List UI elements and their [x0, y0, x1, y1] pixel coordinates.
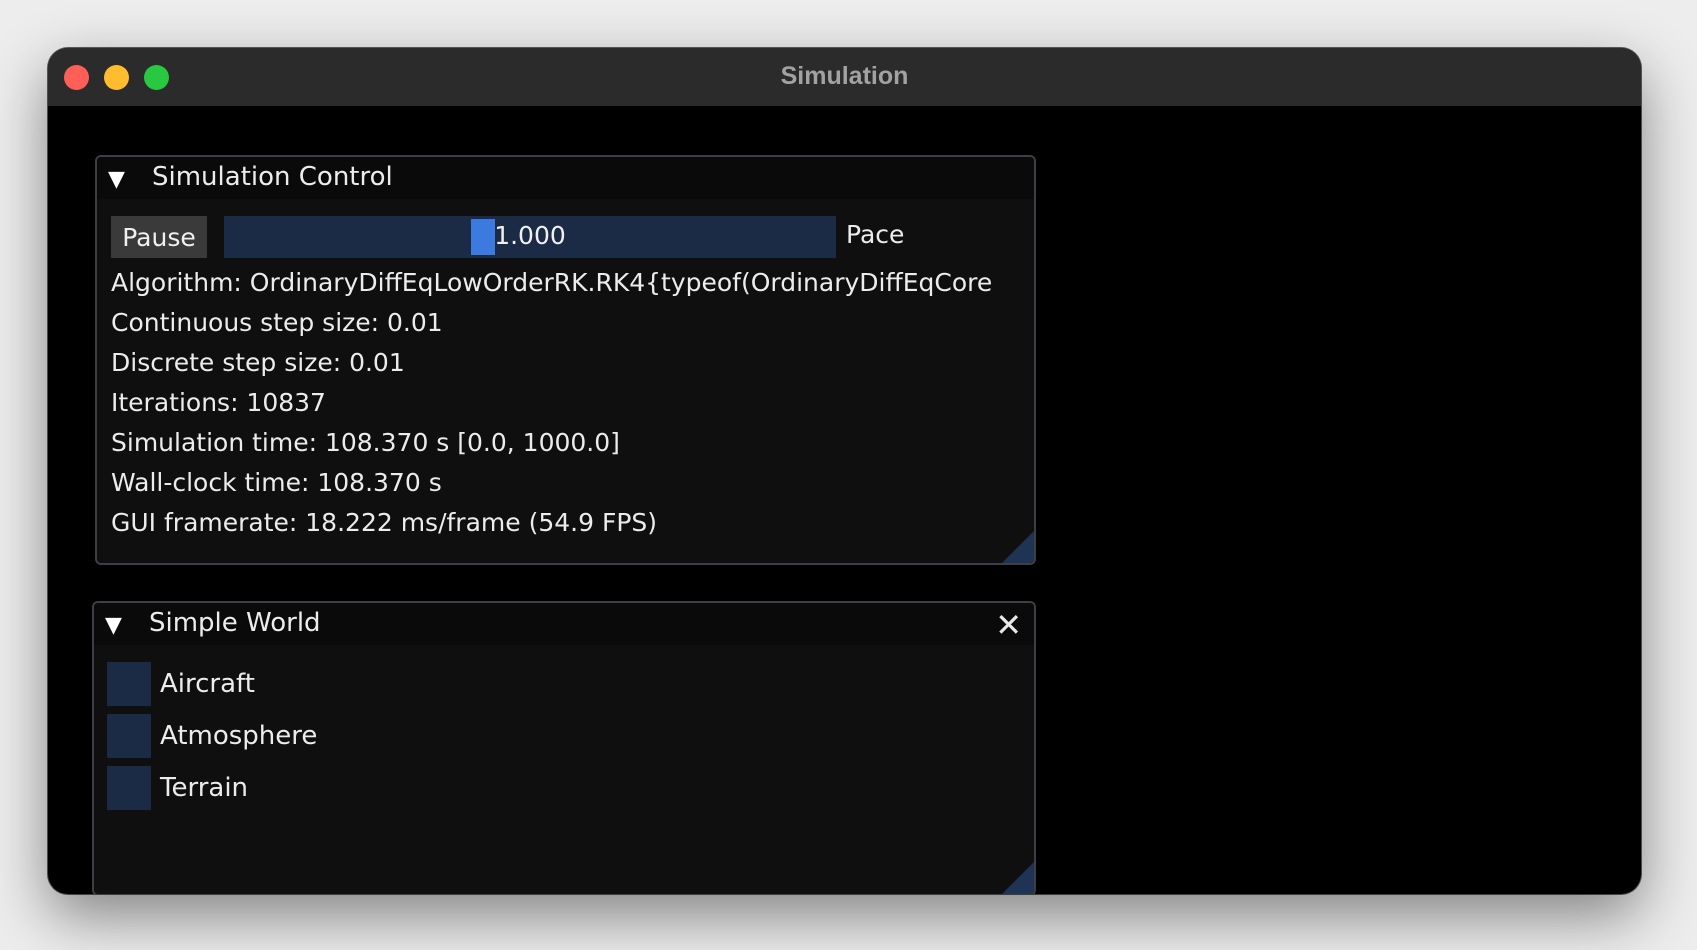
collapse-arrow-icon[interactable]: ▼ — [108, 167, 125, 192]
checkbox-label: Terrain — [160, 773, 249, 803]
continuous-step-text: Continuous step size: 0.01 — [111, 308, 443, 337]
resize-grip-icon[interactable] — [1002, 862, 1034, 894]
pace-value: 1.000 — [494, 221, 566, 250]
discrete-step-text: Discrete step size: 0.01 — [111, 348, 405, 377]
pace-slider[interactable]: 1.000 — [224, 216, 836, 258]
window-title: Simulation — [780, 62, 909, 90]
iterations-text: Iterations: 10837 — [111, 388, 326, 417]
simulation-control-title: Simulation Control — [152, 162, 393, 192]
simulation-time-text: Simulation time: 108.370 s [0.0, 1000.0] — [111, 428, 620, 457]
framerate-text: GUI framerate: 18.222 ms/frame (54.9 FPS… — [111, 508, 658, 537]
simple-world-title: Simple World — [149, 608, 321, 638]
algorithm-text: Algorithm: OrdinaryDiffEqLowOrderRK.RK4{… — [111, 268, 993, 297]
wall-clock-text: Wall-clock time: 108.370 s — [111, 468, 442, 497]
checkbox-box[interactable] — [107, 714, 151, 758]
pace-label: Pace — [846, 220, 905, 249]
app-window: Simulation ▼ Simulation Control Pause 1.… — [48, 48, 1641, 894]
pause-button[interactable]: Pause — [111, 216, 207, 258]
simple-world-panel: ▼ Simple World ✕ Aircraft Atmosphere Ter… — [92, 601, 1036, 894]
simple-world-header[interactable]: ▼ Simple World ✕ — [94, 603, 1034, 645]
checkbox-box[interactable] — [107, 662, 151, 706]
close-icon[interactable]: ✕ — [995, 606, 1022, 644]
checkbox-box[interactable] — [107, 766, 151, 810]
resize-grip-icon[interactable] — [1002, 531, 1034, 563]
simulation-control-panel: ▼ Simulation Control Pause 1.000 Pace Al… — [95, 155, 1036, 565]
checkbox-label: Aircraft — [160, 669, 255, 699]
simulation-control-header[interactable]: ▼ Simulation Control — [97, 157, 1034, 199]
title-bar[interactable]: Simulation — [48, 48, 1641, 106]
checkbox-label: Atmosphere — [160, 721, 318, 751]
collapse-arrow-icon[interactable]: ▼ — [105, 613, 122, 638]
